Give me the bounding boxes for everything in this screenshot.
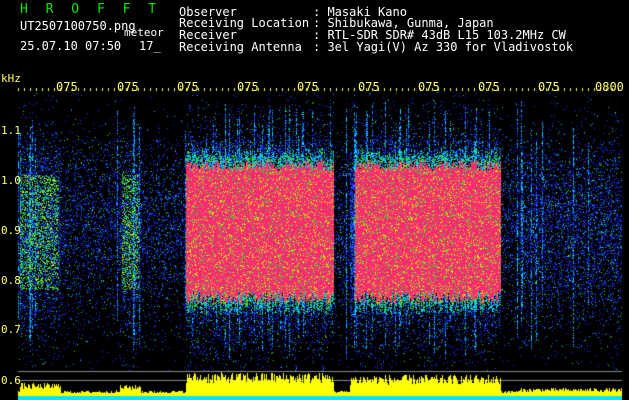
info-antenna-value: : 3el Yagi(V) Az 330 for Vladivostok [313, 40, 574, 54]
info-value: 3el Yagi(V) Az 330 for Vladivostok [327, 40, 574, 54]
brand-title: H R O F F T [20, 2, 162, 17]
freq-unit-label: kHz [1, 72, 21, 85]
freq-label: 0.6 [1, 374, 21, 387]
freq-label: 0.9 [1, 224, 21, 237]
time-label: 075 [418, 80, 440, 94]
info-label: Receiving Antenna [179, 40, 302, 54]
date-time: 25.07.10 07:50 [20, 39, 122, 53]
time-label: 0800 [595, 80, 624, 94]
freq-label: 1.0 [1, 174, 21, 187]
time-label: 075 [478, 80, 500, 94]
time-label: 075 [117, 80, 139, 94]
filename-text: UT2507100750.png [20, 19, 136, 33]
info-antenna: Receiving Antenna [179, 41, 302, 53]
time-label: 075 [237, 80, 259, 94]
count: 17_ [139, 39, 161, 53]
freq-label: 1.1 [1, 124, 21, 137]
filename: UT2507100750.png [20, 20, 136, 32]
freq-label: 0.8 [1, 274, 21, 287]
time-label: 075 [358, 80, 380, 94]
time-label: 075 [538, 80, 560, 94]
time-label: 075 [177, 80, 199, 94]
time-label: 075 [56, 80, 78, 94]
spectrogram-canvas [0, 0, 629, 400]
freq-label: 0.7 [1, 323, 21, 336]
type-label: meteor [124, 26, 164, 39]
time-label: 075 [297, 80, 319, 94]
